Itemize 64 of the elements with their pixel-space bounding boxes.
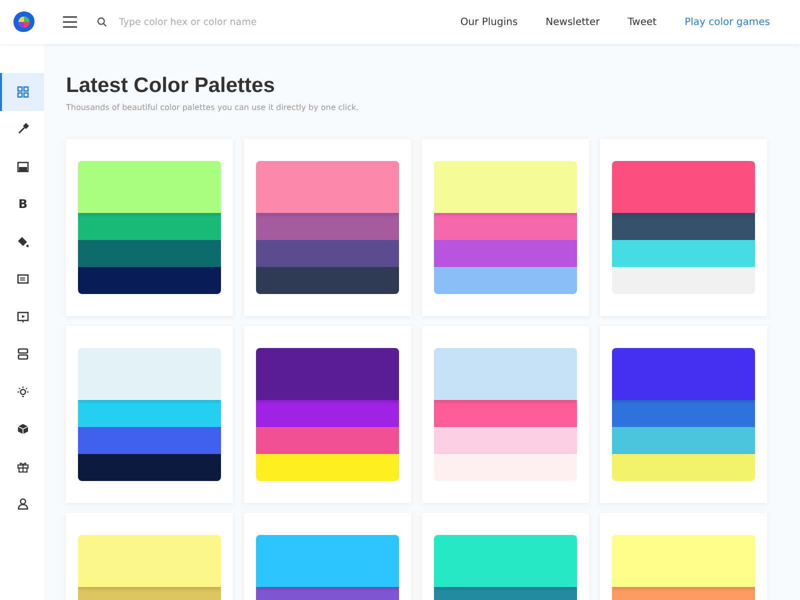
page-title: Latest Color Palettes [66, 74, 276, 98]
color-swatch[interactable] [434, 454, 577, 481]
color-swatch[interactable] [434, 240, 577, 267]
color-swatch[interactable] [256, 240, 399, 267]
color-swatch[interactable] [256, 427, 399, 454]
color-swatch[interactable] [256, 161, 399, 213]
sidebar-item[interactable]: B [0, 186, 44, 223]
color-swatch[interactable] [612, 454, 755, 481]
nav-link[interactable]: Play color games [684, 16, 770, 28]
menu-icon[interactable] [63, 16, 77, 28]
nav-link[interactable]: Newsletter [546, 16, 600, 28]
color-swatch[interactable] [612, 400, 755, 427]
color-swatch[interactable] [434, 427, 577, 454]
nav-link[interactable]: Tweet [628, 16, 657, 28]
palette-card[interactable] [244, 139, 411, 316]
rows-icon [17, 348, 29, 360]
color-swatch[interactable] [434, 267, 577, 294]
color-swatch[interactable] [78, 454, 221, 481]
grid-icon [17, 86, 29, 98]
cube-icon [17, 423, 29, 436]
color-swatch[interactable] [256, 348, 399, 400]
color-swatch[interactable] [78, 348, 221, 400]
color-swatch[interactable] [612, 427, 755, 454]
color-swatch[interactable] [78, 427, 221, 454]
color-swatch[interactable] [612, 348, 755, 400]
newspaper-icon [17, 273, 29, 286]
color-swatch[interactable] [612, 240, 755, 267]
color-swatch[interactable] [256, 213, 399, 240]
light-bulb-icon [17, 386, 29, 398]
color-swatch[interactable] [434, 400, 577, 427]
eyedropper-icon [17, 123, 29, 136]
color-swatch[interactable] [78, 161, 221, 213]
color-swatch[interactable] [78, 213, 221, 240]
color-swatch[interactable] [434, 348, 577, 400]
palette-card[interactable] [66, 326, 233, 503]
palette-card[interactable] [244, 326, 411, 503]
color-swatch[interactable] [256, 267, 399, 294]
color-swatch[interactable] [256, 454, 399, 481]
color-swatch[interactable] [256, 535, 399, 587]
color-swatch[interactable] [78, 535, 221, 587]
color-swatch[interactable] [78, 400, 221, 427]
color-swatch[interactable] [612, 161, 755, 213]
color-swatch[interactable] [434, 161, 577, 213]
search-icon [97, 17, 107, 27]
color-swatch[interactable] [434, 213, 577, 240]
color-swatch[interactable] [612, 213, 755, 240]
gift-icon [17, 460, 29, 473]
palette-card[interactable] [600, 139, 767, 316]
color-swatch[interactable] [256, 400, 399, 427]
user-icon [17, 498, 29, 510]
logo-icon[interactable] [12, 10, 36, 34]
palette-card[interactable] [600, 326, 767, 503]
color-swatch[interactable] [434, 535, 577, 587]
color-swatch[interactable] [78, 240, 221, 267]
nav-link[interactable]: Our Plugins [460, 16, 518, 28]
paint-bucket-icon [17, 236, 29, 248]
video-icon [17, 310, 29, 323]
color-swatch[interactable] [612, 535, 755, 587]
page-subtitle: Thousands of beautiful color palettes you can use it directly by one click. [66, 103, 360, 112]
search-field[interactable]: Type color hex or color name [97, 16, 317, 28]
color-swatch[interactable] [78, 267, 221, 294]
color-swatch[interactable] [612, 267, 755, 294]
palette-card[interactable] [66, 139, 233, 316]
image-icon [17, 160, 29, 173]
